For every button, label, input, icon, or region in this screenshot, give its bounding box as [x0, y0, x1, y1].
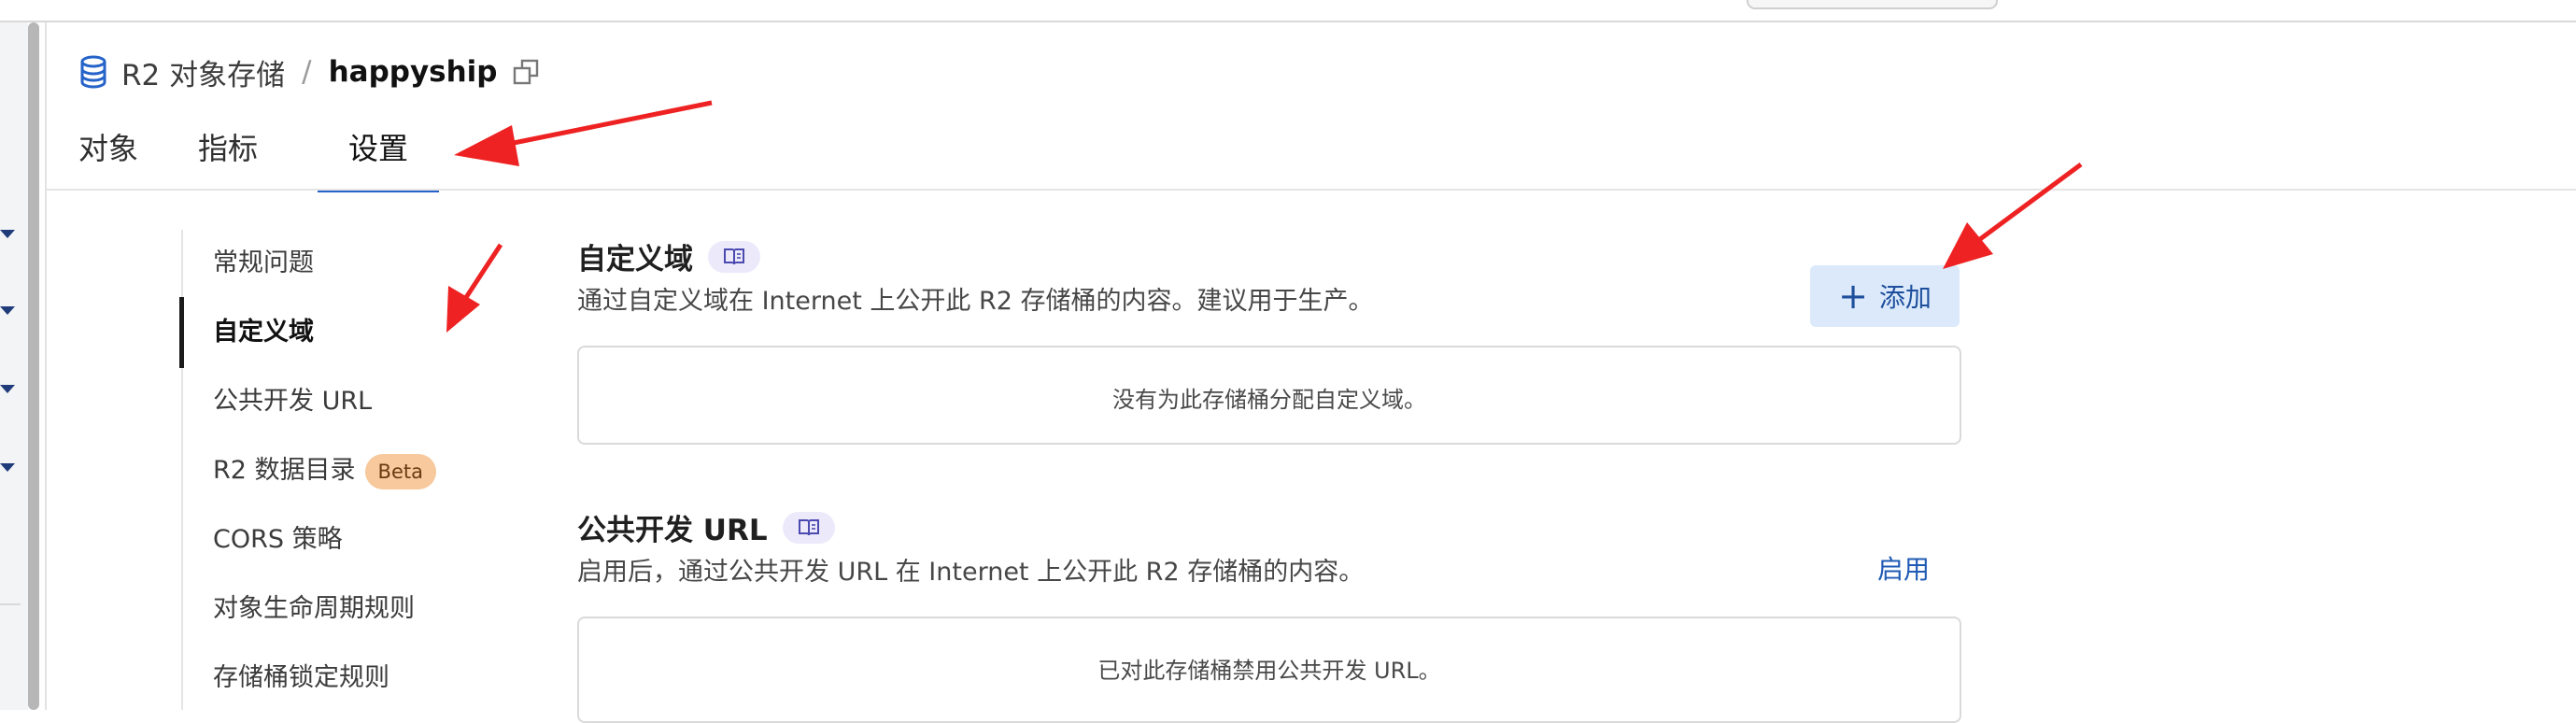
settings-nav-item-label: R2 数据目录	[213, 456, 356, 485]
bucket-name: happyship	[328, 55, 498, 89]
enable-public-dev-url-link[interactable]: 启用	[1877, 549, 1930, 587]
beta-badge: Beta	[364, 453, 436, 489]
settings-nav-item-bucket-lock[interactable]: 存储桶锁定规则	[213, 659, 389, 697]
public-dev-url-description: 启用后，通过公共开发 URL 在 Internet 上公开此 R2 存储桶的内容…	[577, 558, 1365, 587]
expand-caret-icon[interactable]	[0, 385, 15, 393]
tab-objects[interactable]: 对象	[78, 121, 198, 192]
top-search-pill[interactable]	[1747, 0, 1998, 9]
add-custom-domain-button[interactable]: + 添加	[1810, 265, 1960, 327]
settings-nav-item-public-dev-url[interactable]: 公共开发 URL	[213, 383, 372, 420]
public-dev-url-status-text: 已对此存储桶禁用公共开发 URL。	[1097, 658, 1441, 684]
custom-domain-description: 通过自定义域在 Internet 上公开此 R2 存储桶的内容。建议用于生产。	[577, 287, 1374, 316]
annotation-arrow-icon	[1943, 162, 2083, 269]
left-rail	[0, 22, 28, 710]
plus-icon: +	[1838, 276, 1868, 317]
breadcrumb: R2 对象存储 / happyship	[78, 49, 539, 95]
settings-nav-item-data-catalog[interactable]: R2 数据目录 Beta	[213, 452, 436, 489]
public-dev-url-status-box: 已对此存储桶禁用公共开发 URL。	[577, 617, 1961, 723]
docs-book-icon[interactable]	[782, 511, 835, 544]
settings-nav-item-custom-domains[interactable]: 自定义域	[213, 314, 314, 351]
expand-caret-icon[interactable]	[0, 230, 15, 238]
tabs-divider	[47, 189, 2576, 191]
settings-nav-item-lifecycle[interactable]: 对象生命周期规则	[213, 590, 415, 628]
left-rail-divider	[45, 22, 47, 710]
settings-nav-item-general[interactable]: 常规问题	[213, 245, 314, 282]
copy-icon[interactable]	[513, 59, 539, 85]
settings-nav-active-indicator	[179, 297, 184, 368]
expand-caret-icon[interactable]	[0, 306, 15, 315]
expand-caret-icon[interactable]	[0, 463, 15, 472]
tab-metrics[interactable]: 指标	[198, 121, 318, 192]
public-dev-url-heading: 公共开发 URL	[577, 514, 768, 547]
docs-book-icon[interactable]	[708, 240, 760, 273]
breadcrumb-root-link[interactable]: R2 对象存储	[121, 51, 285, 93]
annotation-arrow-icon	[454, 100, 713, 166]
tab-settings[interactable]: 设置	[318, 121, 439, 192]
custom-domain-title: 自定义域	[577, 235, 760, 277]
custom-domain-empty-box: 没有为此存储桶分配自定义域。	[577, 346, 1961, 445]
top-divider	[0, 21, 2576, 22]
custom-domain-heading: 自定义域	[577, 243, 693, 276]
bucket-tabs: 对象 指标 设置	[78, 121, 439, 192]
top-bar	[0, 0, 2576, 21]
breadcrumb-separator: /	[302, 55, 312, 89]
settings-nav-item-cors[interactable]: CORS 策略	[213, 521, 343, 559]
add-button-label: 添加	[1878, 282, 1932, 313]
annotation-arrow-icon	[446, 243, 503, 333]
custom-domain-empty-text: 没有为此存储桶分配自定义域。	[1112, 387, 1426, 413]
left-rail-separator	[0, 603, 21, 605]
database-icon	[80, 55, 106, 89]
public-dev-url-title: 公共开发 URL	[577, 506, 835, 548]
left-rail-scrollbar[interactable]	[28, 22, 39, 710]
